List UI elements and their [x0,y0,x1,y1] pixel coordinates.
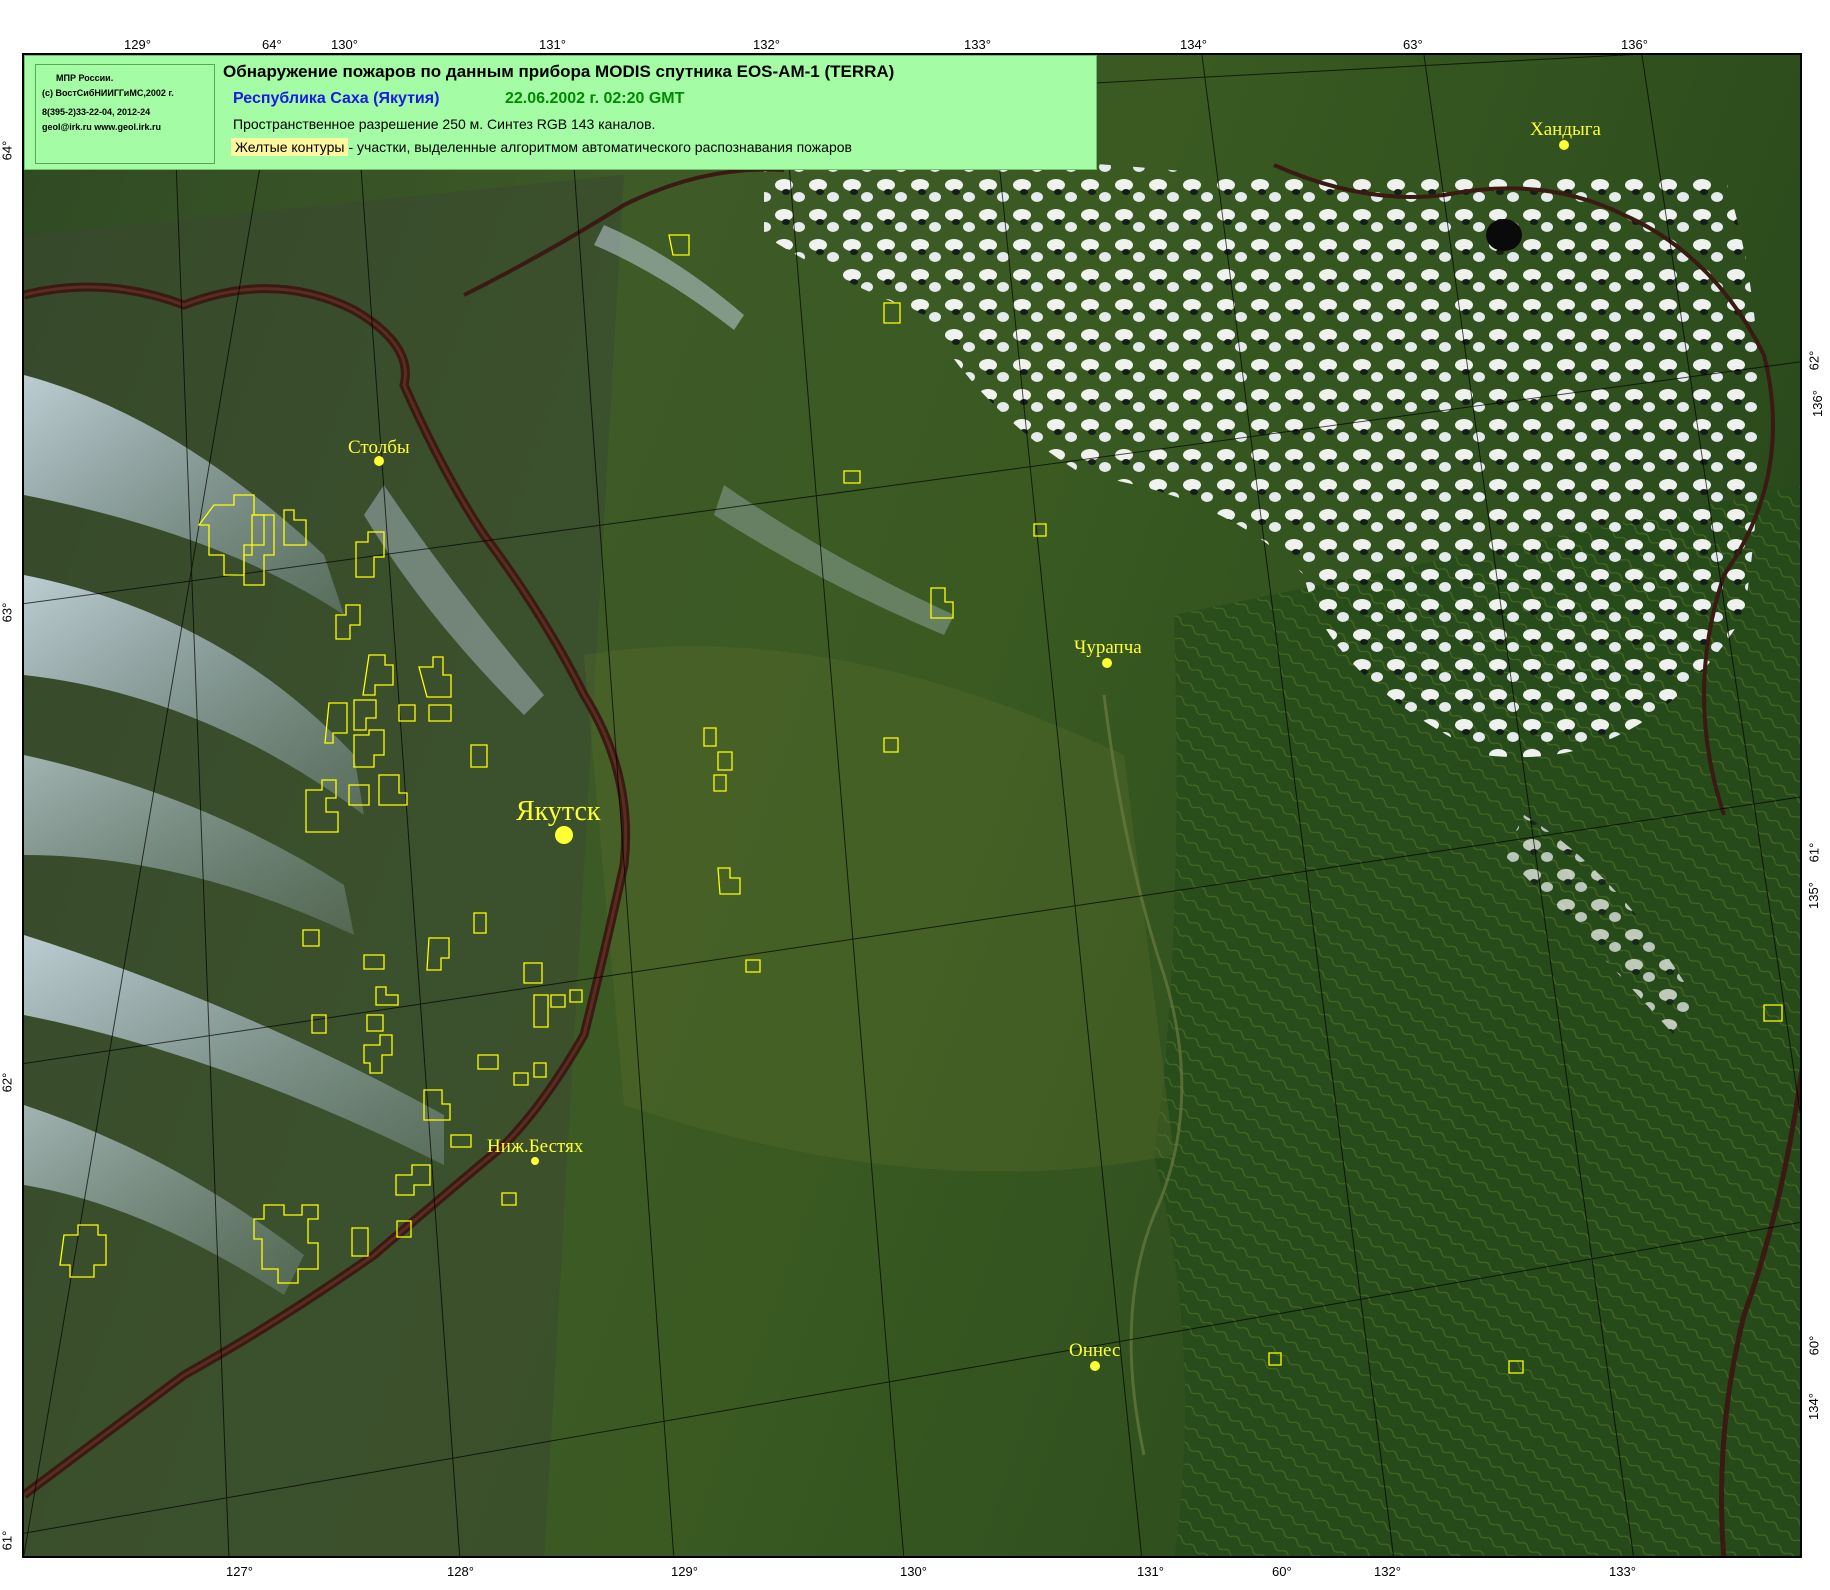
tick-bottom-128: 128° [447,1564,474,1579]
legend-title: Обнаружение пожаров по данным прибора MO… [223,62,895,81]
credits-box: МПР России. (c) ВостСибНИИГГиМС,2002 г. … [35,64,215,164]
lena-lowland [24,175,624,1556]
tick-bottom-60: 60° [1272,1564,1292,1579]
map-canvas: Столбы Якутск Чурапча Хандыга Ниж.Бестях… [24,55,1800,1556]
tick-right-135: 135° [1805,882,1821,909]
satellite-map[interactable]: Столбы Якутск Чурапча Хандыга Ниж.Бестях… [22,53,1802,1558]
tick-right-61: 61° [1806,842,1822,863]
city-label-onnes: Оннес [1069,1340,1120,1361]
city-label-churapcha: Чурапча [1074,637,1142,658]
tick-right-136: 136° [1809,390,1825,417]
legend-panel: МПР России. (c) ВостСибНИИГГиМС,2002 г. … [24,55,1097,170]
city-marker-churapcha [1102,658,1112,668]
credits-line: (c) ВостСибНИИГГиМС,2002 г. [42,88,174,98]
city-label-stolby: Столбы [348,437,410,458]
tick-top-63: 63° [1403,37,1423,52]
credits-line: geol@irk.ru www.geol.irk.ru [42,122,161,132]
tick-top-131: 131° [539,37,566,52]
city-label-yakutsk: Якутск [516,796,601,827]
tick-top-136: 136° [1621,37,1648,52]
tick-top-134: 134° [1180,37,1207,52]
tick-bottom-133: 133° [1609,1564,1636,1579]
legend-resolution: Пространственное разрешение 250 м. Синте… [233,116,656,132]
tick-bottom-127: 127° [226,1564,253,1579]
tick-left-63: 63° [0,602,15,623]
legend-key-text: - участки, выделенные алгоритмом автомат… [348,139,852,155]
tick-top-132: 132° [753,37,780,52]
tick-right-62: 62° [1806,350,1822,371]
tick-top-64: 64° [262,37,282,52]
city-marker-onnes [1090,1361,1100,1371]
city-marker-nizh-bestyakh [531,1157,539,1165]
tick-bottom-129: 129° [671,1564,698,1579]
tick-top-130: 130° [331,37,358,52]
tick-left-62: 62° [0,1072,15,1093]
tick-bottom-132: 132° [1374,1564,1401,1579]
tick-left-61: 61° [0,1530,15,1551]
tick-left-64: 64° [0,140,15,161]
lake [1486,219,1522,251]
tick-right-134: 134° [1805,1393,1821,1420]
tick-right-60: 60° [1806,1335,1822,1356]
tick-bottom-130: 130° [900,1564,927,1579]
tick-top-129: 129° [124,37,151,52]
credits-line: 8(395-2)33-22-04, 2012-24 [42,107,151,117]
legend-region: Республика Саха (Якутия) [233,90,440,107]
legend-date: 22.06.2002 г. 02:20 GMT [505,90,685,107]
credits-line: МПР России. [56,73,114,83]
tick-bottom-131: 131° [1137,1564,1164,1579]
legend-key-swatch: Желтые контуры [231,138,349,156]
legend-key: Желтые контуры - участки, выделенные алг… [231,138,852,156]
city-label-khandyga: Хандыга [1530,119,1602,140]
city-marker-khandyga [1559,140,1569,150]
city-label-nizh-bestyakh: Ниж.Бестях [487,1136,584,1157]
city-marker-yakutsk [555,826,573,844]
tick-top-133: 133° [964,37,991,52]
